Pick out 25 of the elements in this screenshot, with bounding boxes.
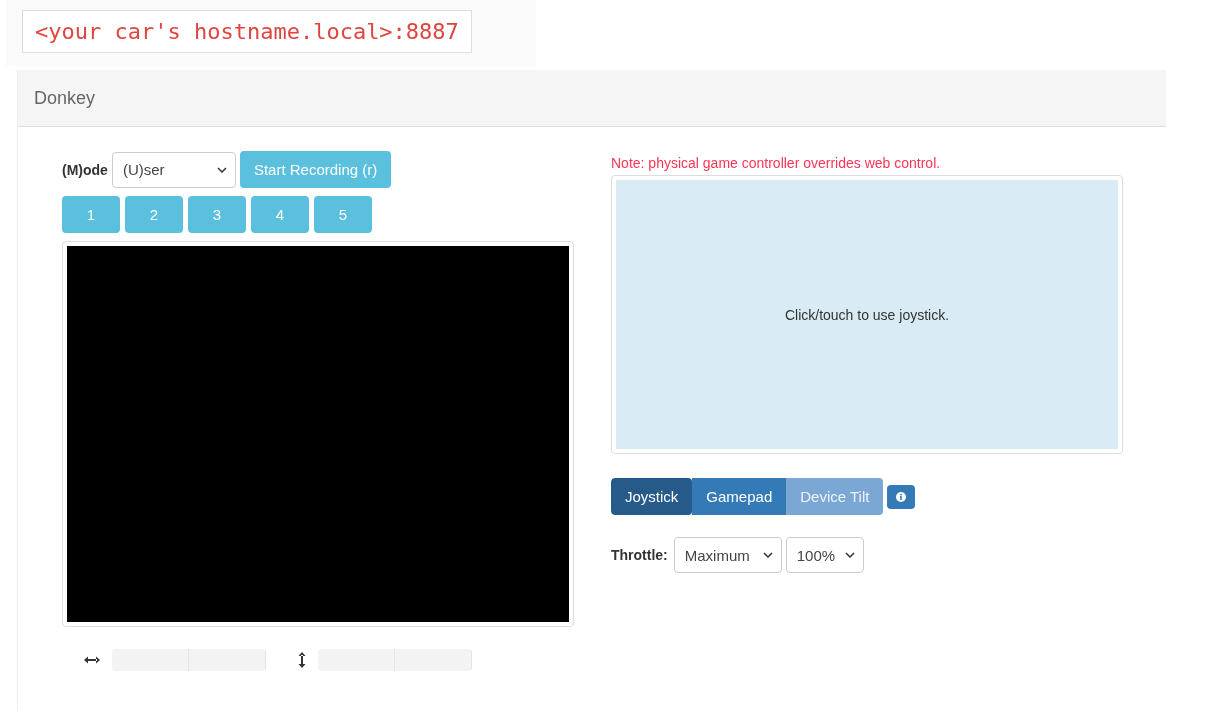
number-button[interactable]: 3 (188, 196, 246, 233)
mode-select[interactable]: (U)ser (111, 151, 236, 188)
control-tab[interactable]: Joystick (611, 478, 693, 515)
chevron-icon (216, 166, 227, 173)
joystick-hint: Click/touch to use joystick. (784, 306, 950, 323)
joystick-area[interactable]: Click/touch to use joystick. (616, 180, 1118, 449)
info-icon (896, 491, 907, 502)
mode-label: (M)ode (62, 161, 108, 178)
control-tab[interactable]: Gamepad (692, 478, 787, 515)
chevron-icon (762, 552, 773, 558)
chevron-icon (844, 552, 855, 558)
throttle-value-select[interactable]: 100% (785, 537, 864, 573)
vertical-arrow-icon (298, 652, 306, 668)
throttle-label: Throttle: (611, 547, 668, 563)
number-button[interactable]: 2 (125, 196, 183, 233)
number-button[interactable]: 4 (251, 196, 309, 233)
horizontal-arrow-icon (84, 656, 100, 664)
number-button[interactable]: 5 (314, 196, 372, 233)
panel-title: Donkey (34, 87, 96, 109)
note-text: Note: physical game controller overrides web control. (611, 155, 942, 171)
record-button[interactable]: Start Recording (r) (239, 151, 392, 188)
info-button[interactable] (887, 484, 916, 509)
number-button[interactable]: 1 (62, 196, 120, 233)
throttle-mode-select[interactable]: Maximum (673, 537, 782, 573)
address-text: <your car's hostname.local>:8887 (22, 10, 472, 53)
